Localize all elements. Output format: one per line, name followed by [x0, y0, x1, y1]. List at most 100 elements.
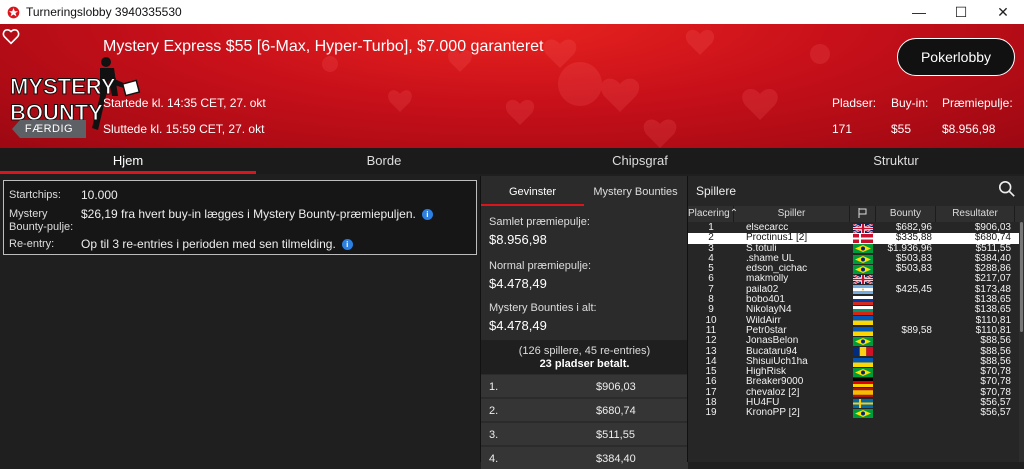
table-row[interactable]: 1 elsecarcc $682,96 $906,03 — [688, 223, 1024, 233]
flag-icon — [858, 208, 866, 218]
svg-text:MYSTERY: MYSTERY — [10, 74, 116, 99]
table-row[interactable]: 3 S.totuli $1.936,96 $511,55 — [688, 244, 1024, 254]
prizepool-value: $8.956,98 — [942, 122, 996, 136]
rank-cell: 2 — [708, 233, 714, 244]
payout-row: 1. $906,03 — [481, 374, 688, 397]
tab-tables[interactable]: Borde — [256, 148, 512, 174]
table-row[interactable]: 14 ShisuiUch1ha $88,56 — [688, 357, 1024, 367]
table-row[interactable]: 13 Bucataru94 $88,56 — [688, 347, 1024, 357]
player-name-cell: chevaloz [2] — [746, 387, 800, 398]
bounty-cell — [876, 377, 936, 387]
reentry-row: Op til 3 re-entries i perioden med sen t… — [81, 237, 353, 251]
result-cell: $173,48 — [974, 284, 1011, 295]
players-header: Spillere — [688, 176, 1024, 204]
table-row[interactable]: 11 Petr0star $89,58 $110,81 — [688, 326, 1024, 336]
payout-summary-places: 23 pladser betalt. — [539, 358, 630, 370]
rank-cell: 10 — [705, 315, 717, 326]
info-icon[interactable]: i — [341, 239, 353, 250]
tab-home[interactable]: Hjem — [0, 148, 256, 174]
info-icon[interactable]: i — [421, 209, 433, 220]
flag-cell — [850, 295, 876, 305]
col-rank[interactable]: Placering⌃ — [688, 206, 738, 222]
player-name-cell: HighRisk — [746, 367, 787, 378]
bounty-cell: $89,58 — [901, 325, 932, 336]
bounty-cell — [876, 347, 936, 357]
table-row[interactable]: 6 makmolly $217,07 — [688, 274, 1024, 284]
bounty-cell — [876, 295, 936, 305]
reentry-label: Re-entry: — [9, 238, 55, 250]
flag-cell — [850, 233, 876, 243]
table-row[interactable]: 16 Breaker9000 $70,78 — [688, 377, 1024, 387]
col-results[interactable]: Resultater — [936, 206, 1015, 222]
flag-cell — [850, 377, 876, 388]
event-title: Mystery Express $55 [6-Max, Hyper-Turbo]… — [103, 38, 544, 55]
search-icon[interactable] — [998, 180, 1016, 198]
col-flag[interactable] — [850, 206, 876, 222]
table-row[interactable]: 8 bobo401 $138,65 — [688, 295, 1024, 305]
rank-cell: 4 — [708, 253, 714, 264]
status-badge: FÆRDIG — [12, 120, 86, 138]
table-row[interactable]: 5 edson_cichac $503,83 $288,86 — [688, 264, 1024, 274]
rank-cell: 9 — [708, 305, 714, 316]
player-name-cell: NikolayN4 — [746, 305, 792, 316]
seats-label: Pladser: — [832, 96, 877, 110]
table-row[interactable]: 18 HU4FU $56,57 — [688, 398, 1024, 408]
country-flag-icon — [853, 316, 873, 326]
normal-pool-value: $4.478,49 — [489, 276, 547, 291]
rank-cell: 15 — [705, 367, 717, 378]
result-cell: $88,56 — [980, 356, 1011, 367]
table-row[interactable]: 7 paila02 $425,45 $173,48 — [688, 285, 1024, 295]
flag-cell — [850, 347, 876, 357]
player-name-cell: makmolly — [746, 274, 789, 285]
minimize-icon[interactable]: — — [898, 0, 940, 24]
bounty-cell — [876, 367, 936, 377]
table-row[interactable]: 12 JonasBelon $88,56 — [688, 336, 1024, 346]
poker-lobby-button[interactable]: Pokerlobby — [897, 38, 1015, 76]
players-column-header: Placering⌃ Spiller Bounty Resultater — [688, 206, 1024, 222]
main-tabs: Hjem Borde Chipsgraf Struktur — [0, 148, 1024, 174]
bounty-cell: $682,96 — [895, 223, 932, 233]
tab-winnings[interactable]: Gevinster — [481, 176, 584, 206]
country-flag-icon — [853, 244, 873, 254]
table-row[interactable]: 15 HighRisk $70,78 — [688, 367, 1024, 377]
maximize-icon[interactable]: ☐ — [940, 0, 982, 24]
tab-structure[interactable]: Struktur — [768, 148, 1024, 174]
favorite-heart-icon[interactable] — [2, 28, 20, 46]
player-name-cell: Bucataru94 — [746, 346, 798, 357]
players-scrollbar[interactable] — [1019, 222, 1024, 462]
player-name-cell: elsecarcc — [746, 223, 789, 233]
result-cell: $88,56 — [980, 336, 1011, 347]
table-row[interactable]: 19 KronoPP [2] $56,57 — [688, 408, 1024, 418]
close-icon[interactable]: ✕ — [982, 0, 1024, 24]
payout-row: 4. $384,40 — [481, 446, 688, 469]
bounty-cell — [876, 336, 936, 346]
country-flag-icon — [853, 398, 873, 408]
table-row[interactable]: 9 NikolayN4 $138,65 — [688, 305, 1024, 315]
col-bounty[interactable]: Bounty — [876, 206, 936, 222]
tab-chip-graph[interactable]: Chipsgraf — [512, 148, 768, 174]
bounty-pool-value: $26,19 fra hvert buy-in lægges i Mystery… — [81, 207, 416, 221]
rank-cell: 3 — [708, 243, 714, 254]
result-cell: $88,56 — [980, 346, 1011, 357]
tournament-info-box: Startchips: 10.000 Mystery Bounty-pulje:… — [3, 180, 477, 255]
startchips-value: 10.000 — [81, 188, 118, 202]
rank-cell: 16 — [705, 377, 717, 388]
table-row[interactable]: 10 WildAirr $110,81 — [688, 316, 1024, 326]
table-row[interactable]: 4 .shame UL $503,83 $384,40 — [688, 254, 1024, 264]
payout-row: 3. $511,55 — [481, 422, 688, 445]
buyin-label: Buy-in: — [891, 96, 929, 110]
player-name-cell: paila02 — [746, 284, 779, 295]
flag-cell — [850, 285, 876, 295]
rank-cell: 8 — [708, 295, 714, 306]
tab-mystery-bounties[interactable]: Mystery Bounties — [584, 176, 687, 206]
col-player[interactable]: Spiller — [734, 206, 850, 222]
country-flag-icon — [853, 285, 873, 295]
table-row[interactable]: 17 chevaloz [2] $70,78 — [688, 388, 1024, 398]
result-cell: $70,78 — [980, 377, 1011, 388]
result-cell: $217,07 — [974, 274, 1011, 285]
rank-cell: 1 — [708, 223, 714, 233]
country-flag-icon — [853, 408, 873, 418]
info-panel: Startchips: 10.000 Mystery Bounty-pulje:… — [0, 176, 480, 462]
table-row[interactable]: 2 Proctinus1 [2] $335,88 $680,74 — [688, 233, 1024, 244]
bounties-total-label: Mystery Bounties i alt: — [489, 302, 597, 314]
